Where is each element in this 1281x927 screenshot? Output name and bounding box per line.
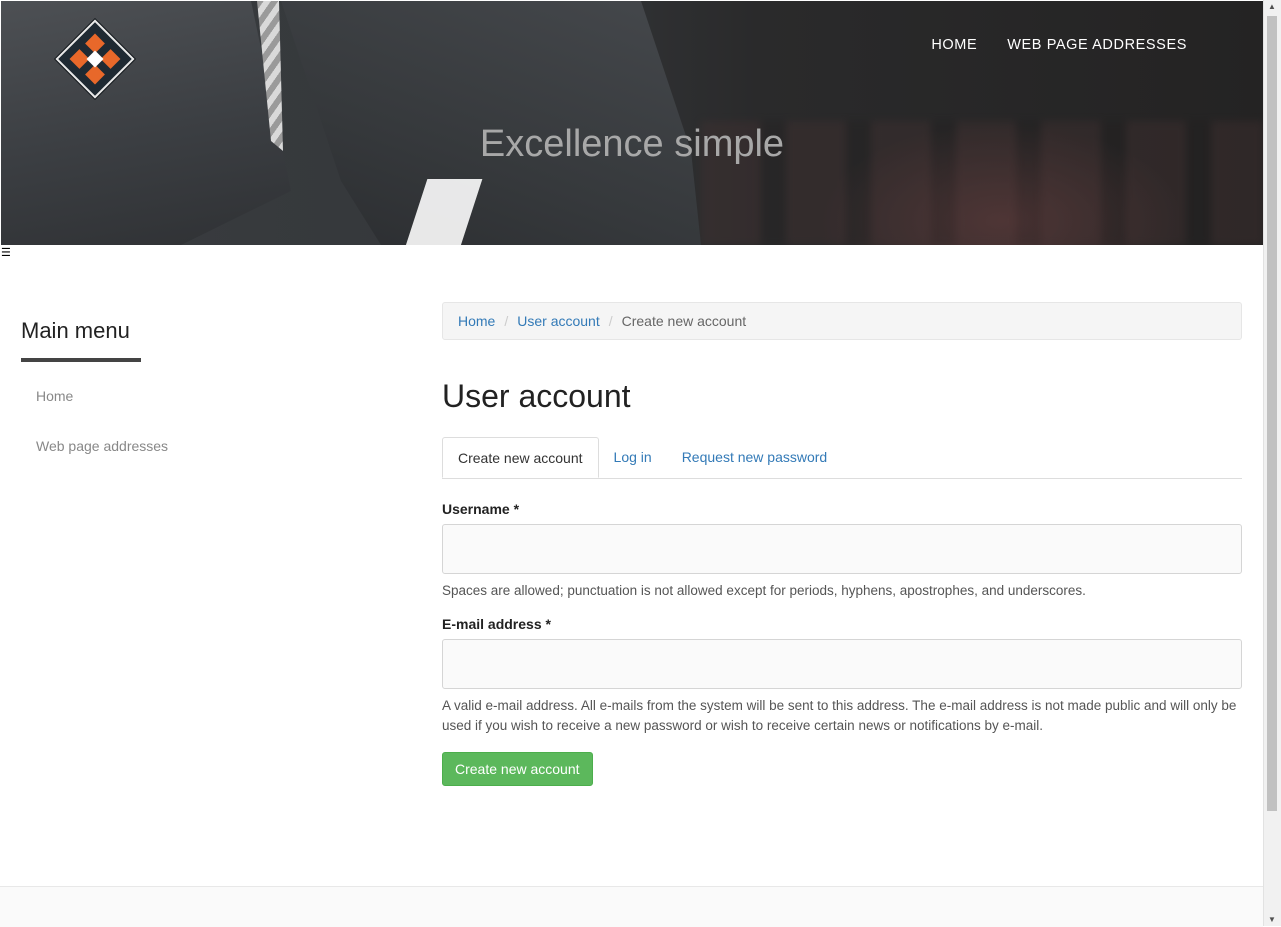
- create-account-button[interactable]: Create new account: [442, 752, 593, 786]
- sidebar-link-web-page-addresses[interactable]: Web page addresses: [36, 438, 168, 454]
- hero-title: Excellence simple: [479, 123, 785, 165]
- vertical-scrollbar[interactable]: ▲ ▼: [1263, 0, 1281, 926]
- breadcrumb-user-account[interactable]: User account: [517, 313, 599, 329]
- email-help: A valid e-mail address. All e-mails from…: [442, 698, 1237, 733]
- top-nav-web-page-addresses[interactable]: WEB PAGE ADDRESSES: [1007, 37, 1187, 53]
- scroll-up-arrow-icon[interactable]: ▲: [1268, 2, 1276, 11]
- username-group: Username * Spaces are allowed; punctuati…: [442, 501, 1242, 601]
- menu-toggle-icon[interactable]: ☰: [1, 248, 11, 259]
- email-input[interactable]: [442, 639, 1242, 689]
- tab-create-new-account[interactable]: Create new account: [442, 437, 599, 478]
- top-nav-home[interactable]: HOME: [931, 37, 977, 53]
- create-account-form: Username * Spaces are allowed; punctuati…: [442, 501, 1242, 786]
- breadcrumb-separator: /: [608, 313, 613, 329]
- breadcrumb-home[interactable]: Home: [458, 313, 495, 329]
- page-title: User account: [442, 378, 631, 414]
- email-group: E-mail address * A valid e-mail address.…: [442, 616, 1242, 736]
- account-tabs: Create new account Log in Request new pa…: [442, 437, 1242, 479]
- username-input[interactable]: [442, 524, 1242, 574]
- sidebar-item-web-page-addresses: Web page addresses: [36, 438, 381, 456]
- tab-log-in[interactable]: Log in: [599, 437, 667, 478]
- scrollbar-thumb[interactable]: [1267, 16, 1277, 811]
- sidebar-item-home: Home: [36, 388, 381, 406]
- page-footer: [0, 886, 1263, 927]
- breadcrumb-current: Create new account: [621, 313, 747, 329]
- username-help: Spaces are allowed; punctuation is not a…: [442, 583, 1086, 598]
- tab-request-new-password[interactable]: Request new password: [667, 437, 843, 478]
- hero-banner: HOME WEB PAGE ADDRESSES Excellence simpl…: [1, 1, 1263, 245]
- logo-shape: [85, 64, 105, 85]
- breadcrumb: Home / User account / Create new account: [442, 302, 1242, 340]
- top-navigation: HOME WEB PAGE ADDRESSES: [931, 37, 1187, 53]
- breadcrumb-separator: /: [504, 313, 509, 329]
- main-content: Home / User account / Create new account…: [442, 302, 1242, 786]
- username-label: Username *: [442, 501, 520, 517]
- sidebar: Main menu Home Web page addresses: [21, 318, 381, 488]
- sidebar-link-home[interactable]: Home: [36, 388, 73, 404]
- email-label: E-mail address *: [442, 616, 551, 632]
- logo-center: [86, 50, 104, 68]
- sidebar-menu: Home Web page addresses: [21, 388, 381, 456]
- sidebar-title: Main menu: [21, 318, 141, 362]
- logo-shape: [100, 49, 121, 69]
- scroll-down-arrow-icon[interactable]: ▼: [1268, 915, 1276, 924]
